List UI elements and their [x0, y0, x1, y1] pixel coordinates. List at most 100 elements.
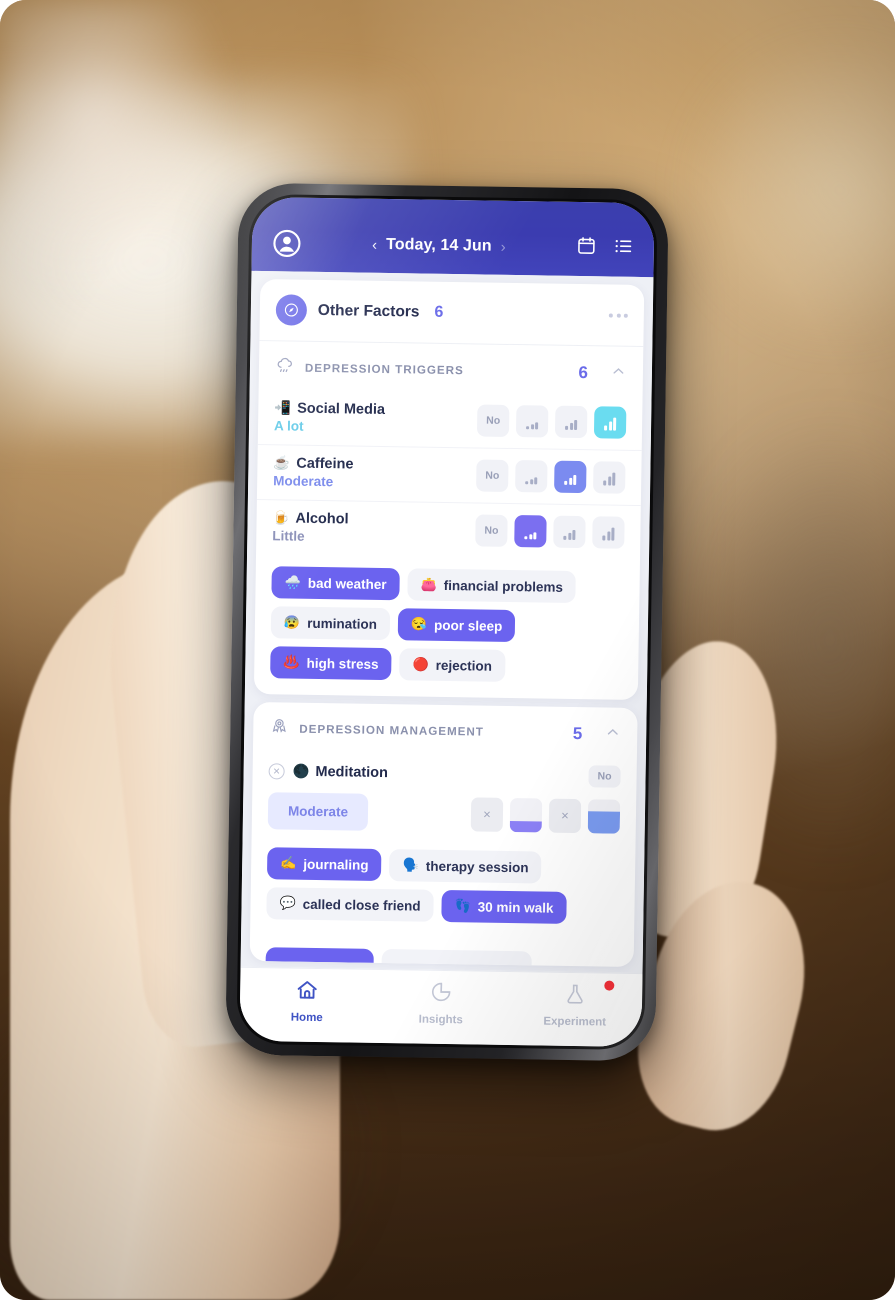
factor-chip[interactable]: 😪 poor sleep: [397, 608, 516, 643]
bar-chart-icon-bar: [524, 535, 528, 539]
content-scroll-area[interactable]: Other Factors 6 DEPRESSION TRIGGERS 6 📲 …: [240, 270, 654, 974]
management-section-header[interactable]: DEPRESSION MANAGEMENT 5: [253, 702, 638, 757]
trigger-meta: 🍺 Alcohol Little: [272, 510, 475, 546]
chip-label: rejection: [435, 657, 493, 674]
chip-emoji: 😪: [410, 616, 428, 632]
ghost-fill-button-1[interactable]: [509, 797, 543, 833]
bar-chart-icon-bar: [603, 479, 607, 485]
triggers-section-header[interactable]: DEPRESSION TRIGGERS 6: [259, 341, 644, 396]
factor-chip[interactable]: 👣 30 min walk: [441, 889, 567, 924]
bar-chart-icon-bar: [529, 478, 533, 484]
rating-option-level-2[interactable]: [553, 515, 586, 548]
factor-chip[interactable]: 🗣️ therapy session: [389, 849, 542, 884]
meditation-name: Meditation: [315, 763, 389, 782]
chip-label: bad weather: [307, 575, 387, 592]
date-label[interactable]: Today, 14 Jun: [386, 236, 492, 256]
ghost-close-button-1[interactable]: ×: [470, 796, 504, 832]
home-icon: [295, 978, 319, 1007]
rating-option-no[interactable]: No: [475, 513, 508, 547]
trigger-meta: ☕ Caffeine Moderate: [273, 455, 476, 491]
bar-chart-icon-bar: [567, 532, 571, 540]
trigger-row: 📲 Social Media A lot No: [257, 390, 643, 452]
more-options-icon[interactable]: [608, 313, 628, 318]
rating-option-level-3[interactable]: [592, 515, 625, 549]
rating-option-level-3[interactable]: [593, 405, 627, 439]
rating-group: No: [476, 458, 626, 494]
tab-label: Experiment: [543, 1015, 607, 1029]
bar-chart-icon-bar: [604, 424, 608, 430]
trigger-emoji: 🍺: [272, 510, 290, 526]
factor-chip[interactable]: 💬 called close friend: [266, 887, 434, 922]
card-header: Other Factors 6: [259, 279, 645, 348]
trigger-value: A lot: [273, 418, 304, 434]
chip-label: journaling: [303, 856, 369, 873]
trigger-name: 📲 Social Media: [274, 400, 477, 419]
pie-chart-icon: [429, 980, 453, 1009]
chevron-up-icon[interactable]: [604, 723, 621, 745]
trigger-name-text: Social Media: [297, 400, 386, 418]
factor-chip[interactable]: 😰 rumination: [270, 606, 391, 641]
ghost-fill-button-2[interactable]: [587, 798, 621, 834]
tab-home[interactable]: Home: [240, 977, 375, 1025]
management-section-title: DEPRESSION MANAGEMENT: [299, 722, 485, 739]
chip-label: poor sleep: [433, 617, 503, 634]
notification-badge: [604, 980, 615, 991]
factor-chip[interactable]: 🔴 rejection: [399, 648, 506, 682]
phone-device: ‹ Today, 14 Jun › Other Factors 6 DEPRES…: [225, 182, 669, 1062]
bar-chart-icon-bar: [602, 534, 606, 540]
rating-option-level-1[interactable]: [515, 404, 549, 438]
management-chip-list: ✍️ journaling 🗣️ therapy session 💬 called clo…: [250, 835, 636, 941]
trigger-meta: 📲 Social Media A lot: [274, 400, 477, 436]
date-navigator: ‹ Today, 14 Jun ›: [312, 235, 566, 257]
chevron-left-icon[interactable]: ‹: [372, 236, 377, 253]
rating-option-level-1[interactable]: [515, 459, 548, 493]
meditation-moderate-pill[interactable]: Moderate: [267, 792, 369, 831]
chip-label: therapy session: [425, 858, 529, 875]
bar-chart-icon-bar: [563, 535, 567, 540]
scene: ‹ Today, 14 Jun › Other Factors 6 DEPRES…: [0, 0, 895, 1300]
chip-emoji: 👣: [454, 898, 471, 914]
factor-chip[interactable]: ✍️ journaling: [266, 847, 382, 882]
card-count: 6: [434, 303, 444, 321]
meditation-controls: Moderate × ×: [252, 786, 637, 841]
factor-chip[interactable]: 🌧️ bad weather: [271, 566, 400, 601]
factor-chip-partial[interactable]: [381, 949, 532, 967]
rating-option-no[interactable]: No: [476, 458, 509, 492]
rating-option-level-1[interactable]: [514, 514, 547, 548]
chip-label: rumination: [307, 615, 378, 632]
trigger-rows: 📲 Social Media A lot No ☕ Caffeine Moderate No 🍺…: [256, 390, 643, 560]
chip-emoji: 🗣️: [402, 857, 419, 873]
bar-chart-icon-bar: [530, 423, 534, 429]
chip-emoji: ♨️: [283, 654, 300, 670]
trigger-row: 🍺 Alcohol Little No: [256, 500, 641, 560]
factor-chip-partial[interactable]: [265, 947, 374, 967]
bar-chart-icon-bar: [568, 477, 572, 485]
trigger-value: Little: [272, 528, 305, 544]
meditation-no-button[interactable]: No: [588, 765, 621, 788]
chevron-right-icon[interactable]: ›: [501, 238, 506, 255]
chevron-up-icon[interactable]: [610, 362, 627, 384]
remove-circle-icon[interactable]: ✕: [268, 763, 285, 780]
rating-option-level-3[interactable]: [593, 460, 626, 494]
factor-chip[interactable]: ♨️ high stress: [270, 646, 392, 681]
tab-experiment[interactable]: Experiment: [508, 980, 643, 1029]
factor-chip[interactable]: 👛 financial problems: [407, 568, 577, 604]
chip-label: called close friend: [302, 896, 421, 914]
header-actions: [576, 235, 634, 262]
management-chip-list-clipped: [250, 935, 634, 967]
bottom-tab-bar: Home Insights Experiment: [239, 966, 643, 1048]
user-avatar-icon[interactable]: [272, 228, 302, 258]
list-icon[interactable]: [613, 236, 634, 262]
tab-insights[interactable]: Insights: [374, 979, 509, 1027]
trigger-name-text: Alcohol: [295, 510, 349, 528]
rating-option-level-2[interactable]: [554, 460, 587, 493]
rating-option-no[interactable]: No: [476, 403, 510, 437]
bar-chart-icon-bar: [565, 425, 569, 430]
meditation-ghost-buttons: × ×: [470, 796, 621, 834]
rating-option-level-2[interactable]: [554, 405, 588, 438]
ghost-close-button-2[interactable]: ×: [548, 798, 582, 833]
trigger-row: ☕ Caffeine Moderate No: [256, 445, 642, 507]
tab-label: Insights: [418, 1013, 463, 1027]
trigger-name-text: Caffeine: [296, 455, 354, 473]
calendar-icon[interactable]: [576, 235, 597, 261]
